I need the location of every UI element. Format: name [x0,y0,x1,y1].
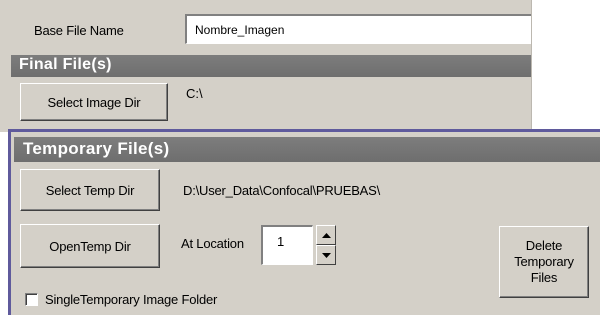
open-temp-dir-button[interactable]: OpenTemp Dir [20,224,160,268]
final-files-header: Final File(s) [11,55,531,77]
single-temporary-folder-checkbox[interactable] [25,293,38,306]
delete-temporary-files-button[interactable]: Delete Temporary Files [499,226,589,298]
canvas: Base File Name Nombre_Imagen Final File(… [0,0,600,315]
base-file-name-label: Base File Name [34,23,124,38]
arrow-up-icon [321,232,331,238]
base-file-name-input[interactable]: Nombre_Imagen [185,14,531,44]
final-file-panel: Base File Name Nombre_Imagen Final File(… [0,0,532,132]
single-temporary-folder-option[interactable]: SingleTemporary Image Folder [25,292,217,307]
select-temp-dir-button[interactable]: Select Temp Dir [20,169,160,211]
arrow-down-icon [321,252,331,258]
at-location-label: At Location [181,236,244,251]
location-input[interactable]: 1 [261,225,313,265]
temp-dir-path: D:\User_Data\Confocal\PRUEBAS\ [183,183,381,198]
select-image-dir-button[interactable]: Select Image Dir [20,83,168,121]
temporary-files-header: Temporary File(s) [14,137,600,162]
single-temporary-folder-label[interactable]: SingleTemporary Image Folder [45,292,217,307]
spin-up-button[interactable] [316,225,336,245]
spin-down-button[interactable] [316,245,336,265]
location-spinner [316,225,336,265]
image-dir-path: C:\ [186,86,203,101]
temporary-files-panel: Temporary File(s) Select Temp Dir D:\Use… [8,129,600,315]
